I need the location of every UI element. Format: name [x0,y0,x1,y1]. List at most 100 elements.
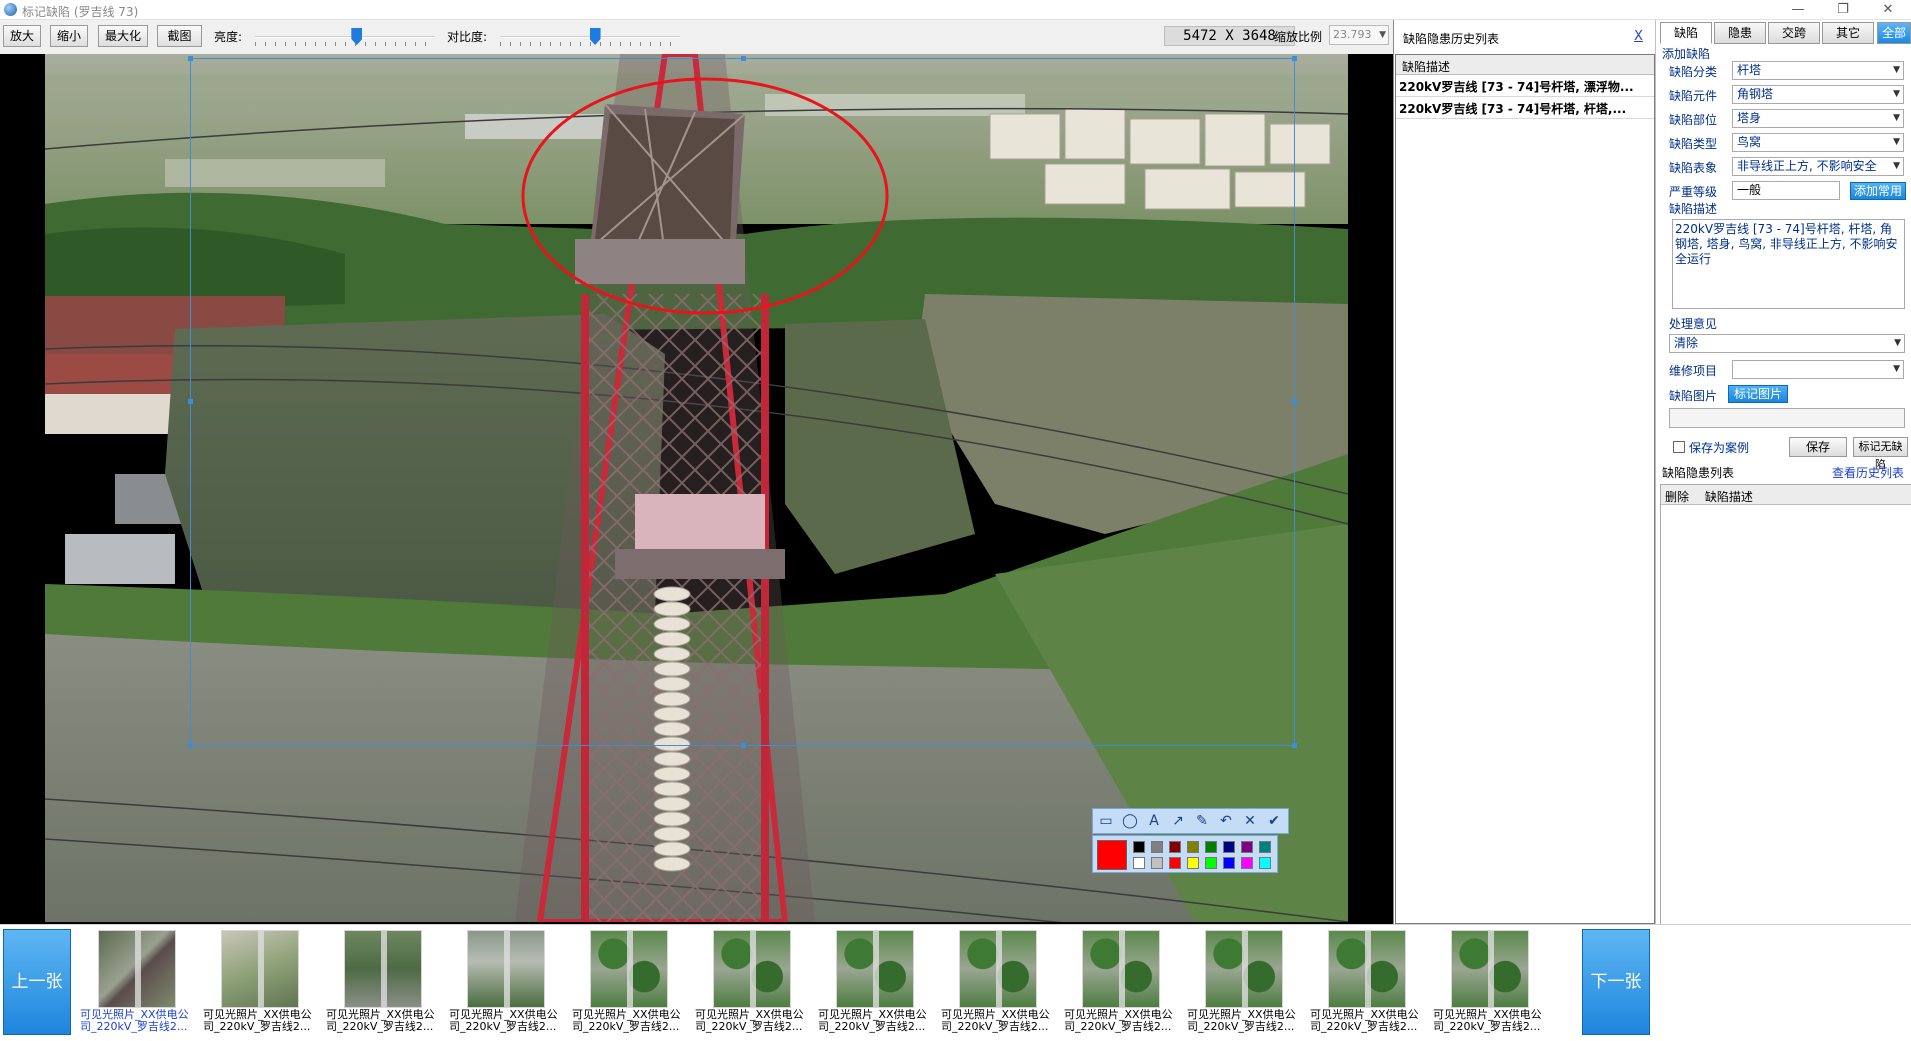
thumbnail-image[interactable] [1082,930,1160,1008]
color-swatch[interactable] [1259,841,1271,853]
selection-rectangle[interactable] [188,56,1297,748]
color-swatch[interactable] [1151,841,1163,853]
rectangle-icon[interactable]: ▭ [1097,812,1115,830]
selection-handle[interactable] [1292,399,1297,404]
thumbnail-item[interactable]: 可见光照片_XX供电公 司_220kV_罗吉线2... [449,929,561,1041]
thumbnail-image[interactable] [98,930,176,1008]
thumbnail-item[interactable]: 可见光照片_XX供电公 司_220kV_罗吉线2... [695,929,807,1041]
color-swatch[interactable] [1205,841,1217,853]
thumbnail-image[interactable] [959,930,1037,1008]
mark-no-defect-button[interactable]: 标记无缺陷 [1853,437,1908,471]
tab-other[interactable]: 其它 [1822,22,1874,44]
current-color-swatch[interactable] [1097,840,1127,870]
color-swatch[interactable] [1169,857,1181,869]
selection-handle[interactable] [741,743,746,748]
contrast-slider[interactable] [500,28,680,46]
selection-handle[interactable] [741,56,746,61]
thumbnail-image[interactable] [836,930,914,1008]
tab-crossing[interactable]: 交跨 [1768,22,1820,44]
thumbnail-caption-line2: 司_220kV_罗吉线2... [695,1020,803,1033]
color-swatch[interactable] [1205,857,1217,869]
add-common-button[interactable]: 添加常用 [1850,182,1906,200]
history-close-button[interactable]: X [1634,29,1643,44]
maximize-button[interactable]: 最大化 [98,25,148,47]
thumbnail-item[interactable]: 可见光照片_XX供电公 司_220kV_罗吉线2... [1310,929,1422,1041]
thumbnail-caption: 可见光照片_XX供电公 司_220kV_罗吉线2... [695,1009,817,1033]
color-swatch[interactable] [1187,857,1199,869]
color-swatch[interactable] [1241,841,1253,853]
previous-image-button[interactable]: 上一张 [3,929,71,1035]
selection-handle[interactable] [1292,56,1297,61]
description-label: 缺陷描述 [1669,202,1718,216]
image-path-field[interactable] [1669,408,1905,428]
close-window-button[interactable]: ✕ [1866,0,1910,20]
pen-icon[interactable]: ✎ [1193,812,1211,830]
text-icon[interactable]: A [1145,812,1163,830]
defect-component-select[interactable]: 角钢塔 ▼ [1732,85,1904,104]
thumbnail-caption: 可见光照片_XX供电公 司_220kV_罗吉线2... [203,1009,325,1033]
zoom-in-button[interactable]: 放大 [3,25,41,47]
thumbnail-image[interactable] [713,930,791,1008]
selection-handle[interactable] [188,56,193,61]
thumbnail-image[interactable] [221,930,299,1008]
thumbnail-item[interactable]: 可见光照片_XX供电公 司_220kV_罗吉线2... [203,929,315,1041]
history-row[interactable]: 220kV罗吉线 [73 - 74]号杆塔, 漂浮物... [1396,75,1654,97]
thumbnail-image[interactable] [344,930,422,1008]
color-swatch[interactable] [1133,857,1145,869]
thumbnail-item[interactable]: 可见光照片_XX供电公 司_220kV_罗吉线2... [941,929,1053,1041]
selection-handle[interactable] [188,743,193,748]
zoom-out-button[interactable]: 缩小 [50,25,88,47]
thumbnail-image[interactable] [1328,930,1406,1008]
thumbnail-item[interactable]: 可见光照片_XX供电公 司_220kV_罗吉线2... [326,929,438,1041]
description-textarea[interactable]: 220kV罗吉线 [73 - 74]号杆塔, 杆塔, 角钢塔, 塔身, 鸟窝, … [1672,219,1905,309]
defect-category-select[interactable]: 杆塔 ▼ [1732,61,1904,80]
color-swatch[interactable] [1133,841,1145,853]
thumbnail-item[interactable]: 可见光照片_XX供电公 司_220kV_罗吉线2... [1187,929,1299,1041]
image-viewer[interactable]: ▭ ◯ A ↗ ✎ ↶ ✕ ✔ [0,54,1393,924]
history-row[interactable]: 220kV罗吉线 [73 - 74]号杆塔, 杆塔,... [1396,97,1654,119]
opinion-select[interactable]: 清除 ▼ [1669,334,1905,353]
thumbnail-image[interactable] [1205,930,1283,1008]
color-swatch[interactable] [1169,841,1181,853]
thumbnail-image[interactable] [467,930,545,1008]
confirm-icon[interactable]: ✔ [1265,812,1283,830]
ellipse-icon[interactable]: ◯ [1121,812,1139,830]
view-history-link[interactable]: 查看历史列表 [1832,464,1904,481]
defect-type-select[interactable]: 鸟窝 ▼ [1732,133,1904,152]
defect-part-select[interactable]: 塔身 ▼ [1732,109,1904,128]
cancel-icon[interactable]: ✕ [1241,812,1259,830]
tab-hazard[interactable]: 隐患 [1714,22,1766,44]
selection-handle[interactable] [1292,743,1297,748]
thumbnail-item[interactable]: 可见光照片_XX供电公 司_220kV_罗吉线2... [80,929,192,1041]
save-case-checkbox[interactable] [1673,441,1685,453]
screenshot-button[interactable]: 截图 [157,25,202,47]
mark-image-button[interactable]: 标记图片 [1728,385,1788,403]
color-swatch[interactable] [1223,841,1235,853]
color-swatch[interactable] [1259,857,1271,869]
save-button[interactable]: 保存 [1789,437,1847,457]
minimize-button[interactable]: — [1776,0,1820,20]
defect-symptom-select[interactable]: 非导线正上方, 不影响安全 ▼ [1732,157,1904,176]
thumbnail-item[interactable]: 可见光照片_XX供电公 司_220kV_罗吉线2... [818,929,930,1041]
arrow-icon[interactable]: ↗ [1169,812,1187,830]
next-image-button[interactable]: 下一张 [1582,929,1650,1035]
brightness-slider[interactable] [255,28,435,46]
color-swatch[interactable] [1223,857,1235,869]
restore-button[interactable]: ❐ [1821,0,1865,20]
zoom-ratio-select[interactable]: 23.793 ▼ [1329,25,1389,45]
chevron-down-icon: ▼ [1893,364,1900,374]
tab-all[interactable]: 全部 [1877,22,1911,44]
thumbnail-item[interactable]: 可见光照片_XX供电公 司_220kV_罗吉线2... [1064,929,1176,1041]
color-swatch[interactable] [1241,857,1253,869]
tab-defect[interactable]: 缺陷 [1660,22,1712,44]
severity-field[interactable]: 一般 [1732,181,1840,200]
thumbnail-item[interactable]: 可见光照片_XX供电公 司_220kV_罗吉线2... [572,929,684,1041]
color-swatch[interactable] [1187,841,1199,853]
thumbnail-image[interactable] [1451,930,1529,1008]
color-swatch[interactable] [1151,857,1163,869]
thumbnail-image[interactable] [590,930,668,1008]
thumbnail-item[interactable]: 可见光照片_XX供电公 司_220kV_罗吉线2... [1433,929,1545,1041]
repair-select[interactable]: ▼ [1732,360,1904,379]
undo-icon[interactable]: ↶ [1217,812,1235,830]
selection-handle[interactable] [188,399,193,404]
